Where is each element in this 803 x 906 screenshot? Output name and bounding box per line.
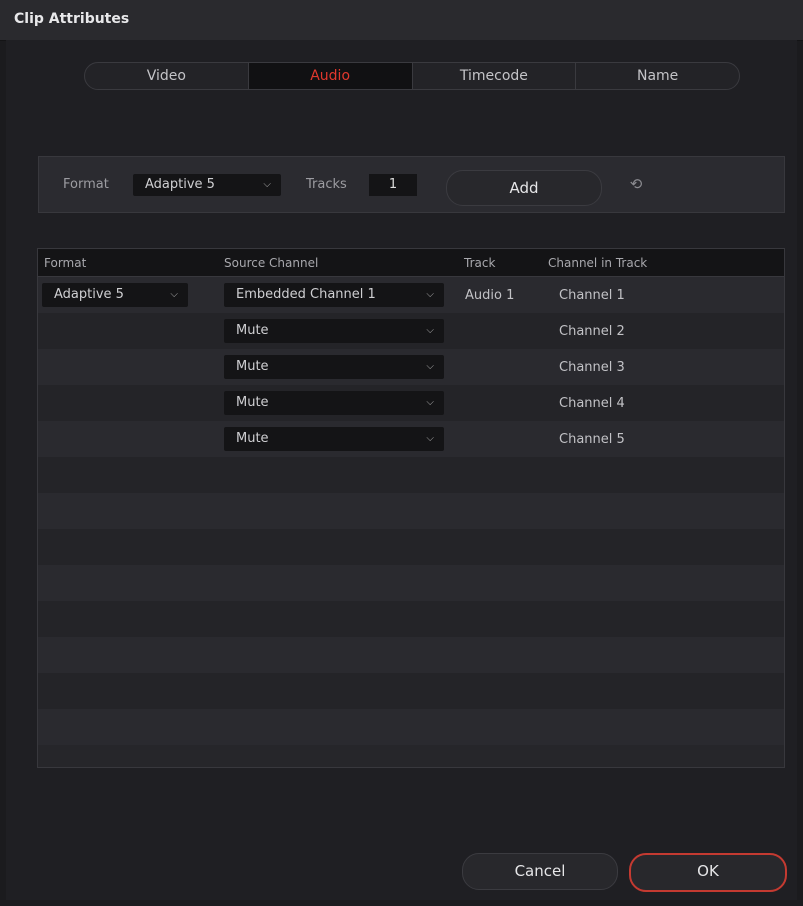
- window-title: Clip Attributes: [14, 11, 130, 27]
- tab-timecode[interactable]: Timecode: [413, 63, 577, 89]
- format-dropdown-value: Adaptive 5: [145, 177, 215, 192]
- source-channel-value: Mute: [236, 323, 269, 338]
- table-header: Format Source Channel Track Channel in T…: [38, 249, 784, 277]
- track-cell: Audio 1: [465, 288, 515, 303]
- table-row: [38, 493, 784, 529]
- table-row: [38, 529, 784, 565]
- title-bar: Clip Attributes: [0, 0, 803, 41]
- channel-in-track-cell: Channel 2: [559, 324, 625, 339]
- channel-in-track-cell: Channel 3: [559, 360, 625, 375]
- add-button[interactable]: Add: [446, 170, 602, 206]
- cancel-button[interactable]: Cancel: [462, 853, 618, 890]
- source-channel-value: Mute: [236, 359, 269, 374]
- header-channel-in-track: Channel in Track: [548, 256, 648, 270]
- format-dropdown[interactable]: Adaptive 5 ⌵: [133, 174, 281, 196]
- audio-channel-table: Format Source Channel Track Channel in T…: [37, 248, 785, 768]
- source-channel-dropdown[interactable]: Mute ⌵: [224, 391, 444, 415]
- tracks-input[interactable]: 1: [369, 174, 417, 196]
- chevron-down-icon: ⌵: [426, 361, 434, 372]
- source-channel-dropdown[interactable]: Mute ⌵: [224, 319, 444, 343]
- tab-audio[interactable]: Audio: [248, 63, 413, 89]
- table-row: [38, 601, 784, 637]
- table-row: [38, 673, 784, 709]
- chevron-down-icon: ⌵: [426, 433, 434, 444]
- table-row: [38, 637, 784, 673]
- source-channel-dropdown[interactable]: Embedded Channel 1 ⌵: [224, 283, 444, 307]
- table-row: [38, 709, 784, 745]
- channel-in-track-cell: Channel 1: [559, 288, 625, 303]
- chevron-down-icon: ⌵: [426, 289, 434, 300]
- tab-video[interactable]: Video: [85, 63, 249, 89]
- source-channel-dropdown[interactable]: Mute ⌵: [224, 355, 444, 379]
- chevron-down-icon: ⌵: [426, 325, 434, 336]
- channel-in-track-cell: Channel 5: [559, 432, 625, 447]
- chevron-down-icon: ⌵: [263, 179, 271, 190]
- header-track: Track: [464, 256, 496, 270]
- source-channel-value: Embedded Channel 1: [236, 287, 376, 302]
- row-format-value: Adaptive 5: [54, 287, 124, 302]
- reset-icon[interactable]: ⟲: [627, 175, 645, 193]
- chevron-down-icon: ⌵: [170, 289, 178, 300]
- source-channel-value: Mute: [236, 395, 269, 410]
- header-source-channel: Source Channel: [224, 256, 319, 270]
- ok-button[interactable]: OK: [629, 853, 787, 892]
- chevron-down-icon: ⌵: [426, 397, 434, 408]
- source-channel-dropdown[interactable]: Mute ⌵: [224, 427, 444, 451]
- source-channel-value: Mute: [236, 431, 269, 446]
- tab-name[interactable]: Name: [576, 63, 739, 89]
- channel-in-track-cell: Channel 4: [559, 396, 625, 411]
- table-row: [38, 457, 784, 493]
- table-row: [38, 565, 784, 601]
- tracks-label: Tracks: [306, 177, 347, 192]
- row-format-dropdown[interactable]: Adaptive 5 ⌵: [42, 283, 188, 307]
- tab-bar: Video Audio Timecode Name: [84, 62, 740, 90]
- header-format: Format: [44, 256, 87, 270]
- format-label: Format: [63, 177, 109, 192]
